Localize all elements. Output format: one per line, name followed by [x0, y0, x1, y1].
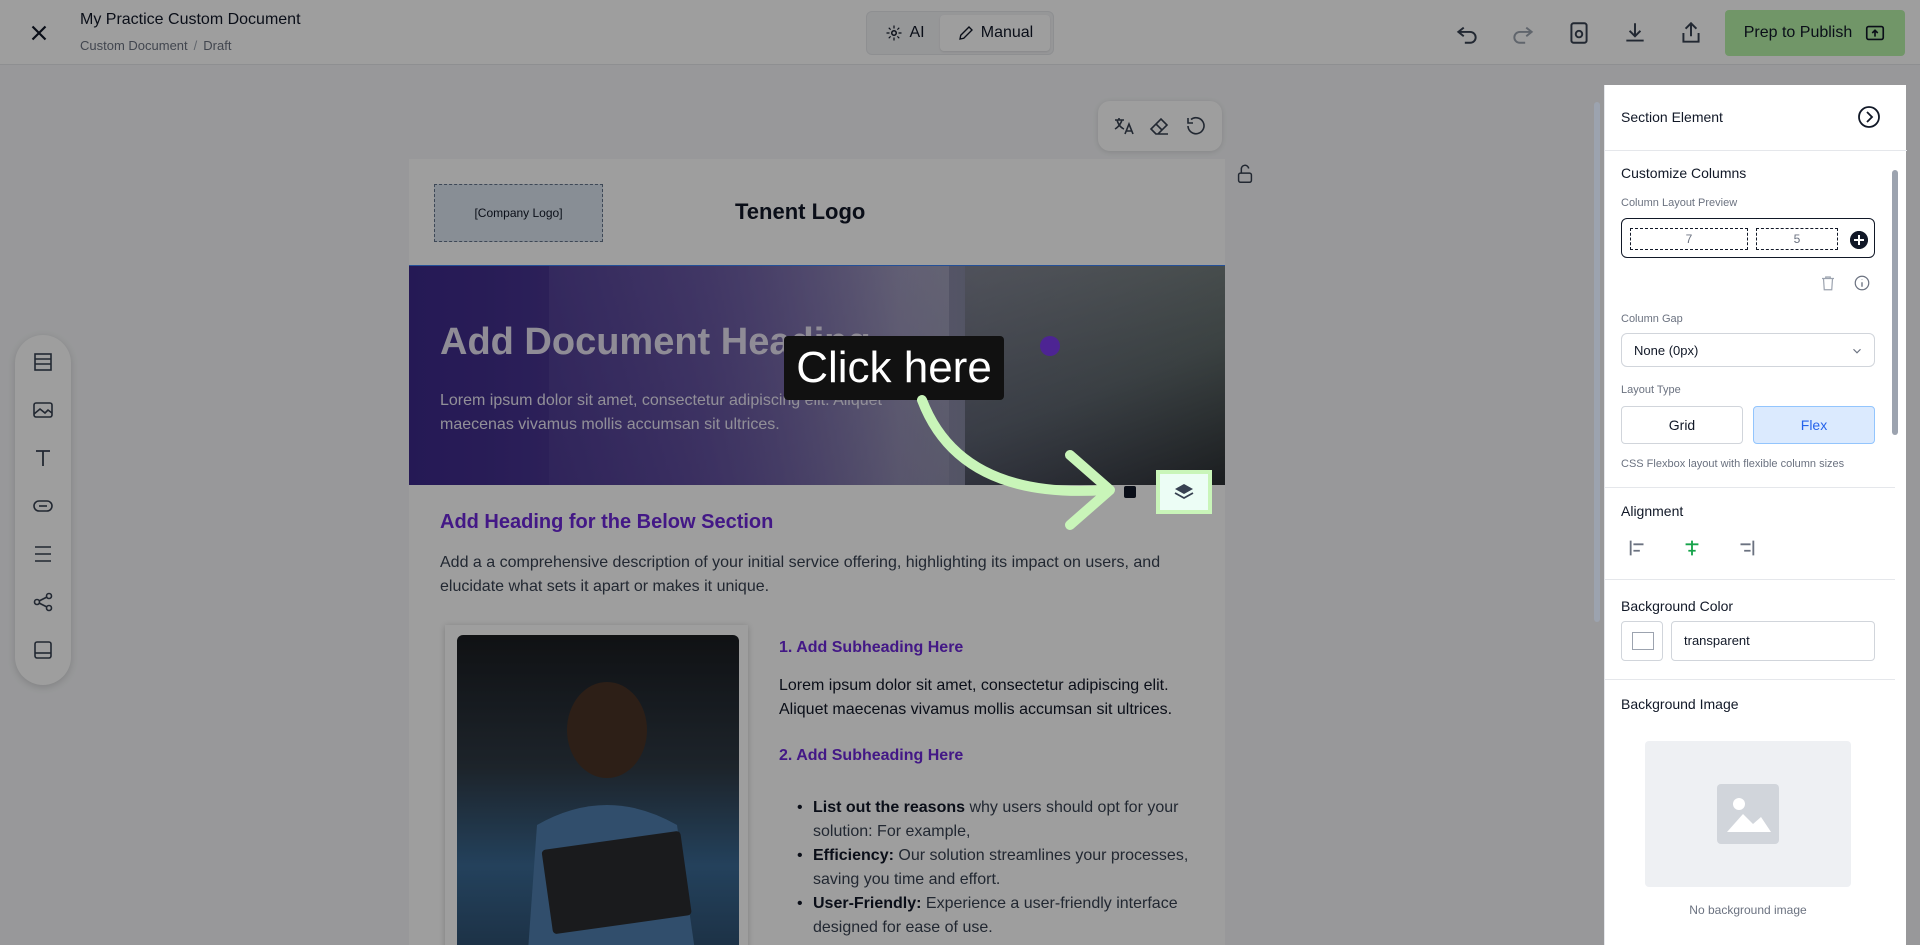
- background-color-input[interactable]: transparent: [1671, 621, 1875, 661]
- panel-title: Section Element: [1621, 109, 1723, 125]
- section-heading[interactable]: Add Heading for the Below Section: [440, 511, 773, 534]
- tutorial-arrow: [917, 395, 1115, 530]
- upload-cloud-icon[interactable]: [1040, 336, 1060, 356]
- panel-scrollbar[interactable]: [1892, 170, 1898, 435]
- share-icon[interactable]: [1678, 20, 1704, 46]
- undo-icon[interactable]: [1454, 20, 1480, 46]
- footer-icon[interactable]: [31, 638, 55, 662]
- add-column-icon[interactable]: [1850, 231, 1868, 249]
- section-icon[interactable]: [31, 350, 55, 374]
- divider: [1605, 679, 1895, 680]
- redo-icon[interactable]: [1510, 20, 1536, 46]
- layers-button[interactable]: [1156, 470, 1212, 514]
- subheading-1[interactable]: 1. Add Subheading Here: [779, 639, 963, 657]
- preview-icon[interactable]: [1566, 20, 1592, 46]
- canvas-toolbar: [1098, 101, 1222, 151]
- unlock-icon[interactable]: [1234, 163, 1256, 185]
- list-item[interactable]: Efficiency: Our solution streamlines you…: [791, 844, 1211, 892]
- layout-flex-button[interactable]: Flex: [1753, 406, 1875, 444]
- align-center-icon[interactable]: [1681, 537, 1703, 559]
- publish-icon: [1866, 25, 1885, 41]
- ai-mode-button[interactable]: AI: [870, 15, 940, 51]
- translate-icon[interactable]: [1112, 114, 1136, 138]
- document-page: [Company Logo] Tenent Logo Add Document …: [409, 159, 1225, 945]
- paragraph-1[interactable]: Lorem ipsum dolor sit amet, consectetur …: [779, 674, 1199, 722]
- prep-to-publish-button[interactable]: Prep to Publish: [1725, 10, 1905, 56]
- panel-header: Section Element: [1605, 85, 1907, 151]
- reset-icon[interactable]: [1184, 114, 1208, 138]
- document-title: My Practice Custom Document: [80, 11, 301, 28]
- canvas-scrollbar[interactable]: [1594, 102, 1600, 622]
- divider: [1605, 487, 1895, 488]
- download-icon[interactable]: [1622, 20, 1648, 46]
- social-share-icon[interactable]: [31, 590, 55, 614]
- spacer-icon[interactable]: [31, 542, 55, 566]
- column-gap-label: Column Gap: [1621, 313, 1683, 325]
- column-layout-preview-label: Column Layout Preview: [1621, 197, 1738, 209]
- sparkle-icon: [886, 25, 902, 41]
- tenant-logo[interactable]: Tenent Logo: [735, 199, 865, 225]
- column-cell[interactable]: 5: [1756, 228, 1838, 250]
- image-card[interactable]: [445, 625, 748, 945]
- pencil-icon: [958, 26, 973, 40]
- image-placeholder-icon: [1717, 784, 1779, 844]
- breadcrumb: Custom Document / Draft: [80, 38, 232, 53]
- button-icon[interactable]: [31, 494, 55, 518]
- layout-hint: CSS Flexbox layout with flexible column …: [1621, 458, 1845, 470]
- background-image-label: Background Image: [1621, 696, 1739, 712]
- photo-illustration: [528, 682, 695, 945]
- chevron-down-icon: [1853, 348, 1861, 354]
- subheading-2[interactable]: 2. Add Subheading Here: [779, 747, 963, 765]
- column-cell[interactable]: 7: [1630, 228, 1748, 250]
- eraser-icon[interactable]: [1148, 114, 1172, 138]
- color-swatch[interactable]: [1621, 621, 1663, 661]
- manual-mode-button[interactable]: Manual: [940, 15, 1050, 51]
- element-toolbar: [15, 335, 71, 685]
- text-icon[interactable]: [31, 446, 55, 470]
- no-background-image-caption: No background image: [1689, 903, 1807, 917]
- info-icon[interactable]: [1853, 274, 1871, 292]
- align-left-icon[interactable]: [1627, 537, 1649, 559]
- section-description[interactable]: Add a a comprehensive description of you…: [440, 551, 1190, 599]
- divider: [1605, 579, 1895, 580]
- reasons-list: List out the reasons why users should op…: [791, 796, 1211, 940]
- close-icon[interactable]: [26, 20, 52, 46]
- background-color-label: Background Color: [1621, 598, 1734, 614]
- person-laptop-photo: [457, 635, 739, 945]
- alignment-label: Alignment: [1621, 503, 1684, 519]
- list-item[interactable]: List out the reasons why users should op…: [791, 796, 1211, 844]
- layout-type-label: Layout Type: [1621, 384, 1681, 396]
- trash-icon[interactable]: [1819, 274, 1837, 292]
- list-item[interactable]: User-Friendly: Experience a user-friendl…: [791, 892, 1211, 940]
- top-header: My Practice Custom Document Custom Docum…: [0, 0, 1920, 65]
- column-layout-preview: 7 5: [1621, 218, 1875, 258]
- layers-icon: [1174, 484, 1194, 500]
- align-right-icon[interactable]: [1735, 537, 1757, 559]
- mode-toggle: AI Manual: [866, 11, 1054, 55]
- column-gap-select[interactable]: None (0px): [1621, 333, 1875, 367]
- chevron-right-circle-icon[interactable]: [1857, 105, 1881, 129]
- breadcrumb-item[interactable]: Custom Document: [80, 38, 188, 53]
- customize-columns-label: Customize Columns: [1621, 165, 1747, 181]
- properties-panel: Section Element Customize Columns Column…: [1604, 85, 1907, 945]
- background-image-dropzone[interactable]: [1645, 741, 1851, 887]
- breadcrumb-item: Draft: [203, 38, 232, 53]
- company-logo-placeholder[interactable]: [Company Logo]: [434, 184, 603, 242]
- image-icon[interactable]: [31, 398, 55, 422]
- layout-grid-button[interactable]: Grid: [1621, 406, 1743, 444]
